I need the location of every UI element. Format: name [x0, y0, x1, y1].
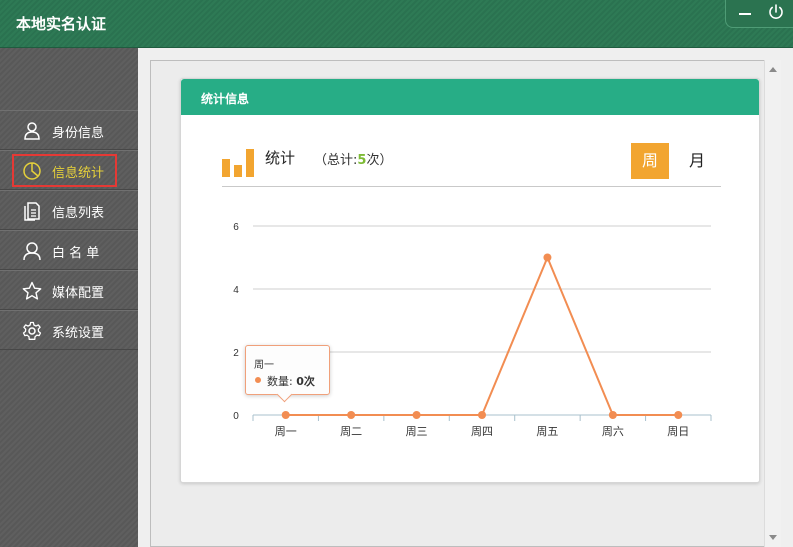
- x-tick-label: 周二: [340, 425, 362, 438]
- tooltip-value: 0次: [296, 375, 315, 388]
- x-tick-label: 周四: [471, 425, 493, 438]
- window-controls: [725, 0, 793, 28]
- content-frame: 统计信息 统计 （总计:5次） 周 月 0 2 4 6 周一 周二 周三 周四 周五 周六 周日 周…: [150, 60, 781, 547]
- y-tick-label: 2: [233, 348, 239, 359]
- series-line: [285, 256, 679, 416]
- tooltip-label: 数量:: [267, 375, 293, 388]
- sidebar-item-label: 系统设置: [52, 326, 105, 341]
- sidebar-item-list[interactable]: 信息列表: [0, 190, 138, 230]
- tooltip-series-dot: [255, 377, 261, 383]
- user-outline-icon: [23, 242, 41, 261]
- power-icon[interactable]: [767, 3, 785, 21]
- data-point: [478, 411, 486, 419]
- line-chart: 0246周一 周二 周三 周四 周五 周六 周日: [233, 222, 712, 438]
- sidebar-item-label: 白 名 单: [52, 246, 100, 261]
- tooltip-row: 数量: 0次: [267, 373, 315, 389]
- star-icon: [22, 281, 42, 300]
- scroll-up-arrow[interactable]: [769, 67, 777, 72]
- sidebar-item-settings[interactable]: 系统设置: [0, 310, 138, 350]
- vertical-scrollbar[interactable]: [764, 60, 781, 547]
- x-tick-label: 周五: [536, 425, 558, 438]
- x-tick-label: 周六: [602, 425, 624, 438]
- data-point: [347, 411, 356, 419]
- app-title: 本地实名认证: [16, 15, 107, 33]
- user-icon: [24, 122, 40, 140]
- y-tick-label: 6: [233, 222, 239, 233]
- sidebar-item-media[interactable]: 媒体配置: [0, 270, 138, 310]
- tooltip-title: 周一: [254, 360, 274, 371]
- x-tick-label: 周一: [275, 425, 297, 438]
- sidebar-item-label: 信息统计: [52, 166, 105, 181]
- gear-icon: [22, 321, 42, 340]
- document-list-icon: [24, 202, 40, 221]
- y-tick-label: 0: [233, 411, 239, 422]
- minimize-button[interactable]: [739, 13, 751, 15]
- sidebar-item-identity[interactable]: 身份信息: [0, 110, 138, 150]
- data-point: [281, 411, 290, 419]
- scroll-down-arrow[interactable]: [769, 535, 777, 540]
- y-tick-label: 4: [233, 285, 239, 296]
- x-tick-label: 周三: [406, 425, 428, 438]
- sidebar: 身份信息 信息统计 信息列表 白 名 单 媒体配置 系统设置: [0, 48, 138, 547]
- x-tick-label: 周日: [667, 425, 689, 438]
- pie-chart-icon: [23, 162, 41, 180]
- data-point: [608, 411, 617, 419]
- data-point: [674, 411, 683, 419]
- title-bar: 本地实名认证: [0, 0, 793, 48]
- data-point: [543, 253, 552, 262]
- chart-tooltip: 周一 数量: 0次: [245, 345, 330, 395]
- data-point: [412, 411, 421, 419]
- main-content: 统计信息 统计 （总计:5次） 周 月 0 2 4 6 周一 周二 周三 周四 周五 周六 周日 周…: [138, 48, 793, 547]
- sidebar-item-label: 身份信息: [52, 126, 105, 141]
- sidebar-item-statistics[interactable]: 信息统计: [0, 150, 138, 190]
- sidebar-item-label: 媒体配置: [52, 286, 105, 301]
- statistics-card: 统计信息 统计 （总计:5次） 周 月 0 2 4 6 周一 周二 周三 周四 周五 周六 周日 周…: [180, 78, 760, 483]
- sidebar-item-whitelist[interactable]: 白 名 单: [0, 230, 138, 270]
- sidebar-item-label: 信息列表: [52, 206, 105, 221]
